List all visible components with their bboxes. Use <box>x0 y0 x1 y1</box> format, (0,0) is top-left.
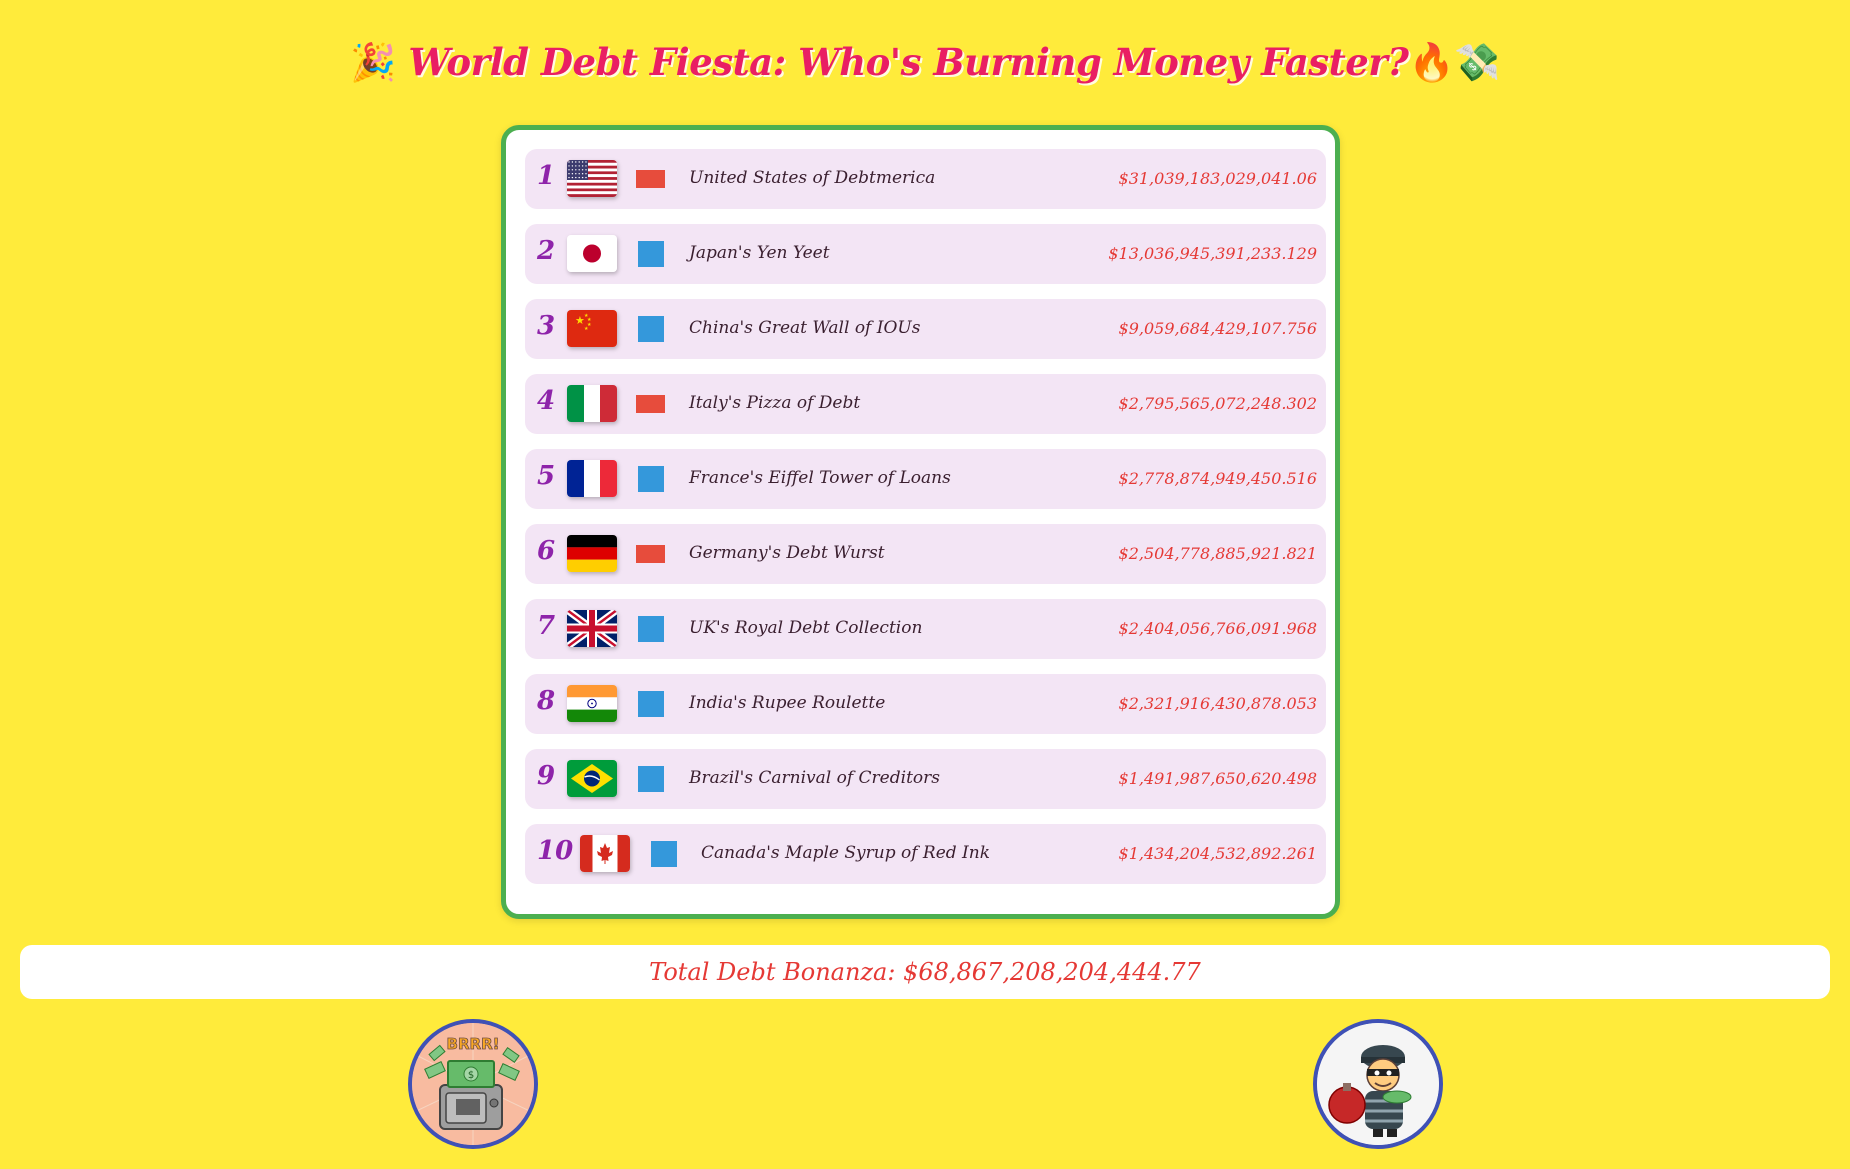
svg-text:BRRR!: BRRR! <box>447 1035 500 1053</box>
country-name: Canada's Maple Syrup of Red Ink <box>701 843 991 863</box>
fire-money-icon: 🔥💸 <box>1408 40 1500 84</box>
country-name: China's Great Wall of IOUs <box>689 318 921 338</box>
country-name: Italy's Pizza of Debt <box>689 393 861 413</box>
debt-amount: $2,778,874,949,450.516 <box>1118 469 1317 488</box>
money-thief-badge <box>1313 1019 1443 1149</box>
total-debt-label: Total Debt Bonanza: $68,867,208,204,444.… <box>649 958 1201 986</box>
svg-text:$: $ <box>468 1070 474 1081</box>
leaderboard-row: 4 Italy's Pizza of Debt $2,795,565,072,248… <box>525 374 1326 434</box>
leaderboard-row: 9 Brazil's Carnival of Creditors $1,491,98… <box>525 749 1326 809</box>
rank-number: 9 <box>537 761 556 791</box>
leaderboard-row: 2 Japan's Yen Yeet $13,036,945,391,233.129 <box>525 224 1326 284</box>
debt-amount: $2,321,916,430,878.053 <box>1118 694 1317 713</box>
flag-uk-icon <box>567 610 617 647</box>
flag-canada-icon <box>580 835 630 872</box>
money-printer-icon: $ BRRR! <box>412 1023 534 1145</box>
trend-indicator-swatch <box>636 170 665 188</box>
debt-amount: $1,491,987,650,620.498 <box>1118 769 1317 788</box>
rank-number: 10 <box>537 836 574 866</box>
flag-germany-icon <box>567 535 617 572</box>
trend-indicator-swatch <box>638 466 664 492</box>
leaderboard-row: 6 Germany's Debt Wurst $2,504,778,885,921.… <box>525 524 1326 584</box>
rank-number: 2 <box>537 236 556 266</box>
leaderboard-row: 10 Canada's Maple Syrup of Red Ink $1,434,… <box>525 824 1326 884</box>
trend-indicator-swatch <box>638 691 664 717</box>
page-title: 🎉 World Debt Fiesta: Who's Burning Money… <box>0 40 1850 85</box>
party-popper-icon: 🎉 <box>350 40 396 84</box>
flag-france-icon <box>567 460 617 497</box>
trend-indicator-swatch <box>636 395 665 413</box>
total-debt-banner: Total Debt Bonanza: $68,867,208,204,444.… <box>20 945 1830 999</box>
rank-number: 8 <box>537 686 556 716</box>
rank-number: 6 <box>537 536 556 566</box>
country-name: United States of Debtmerica <box>689 168 936 188</box>
page-title-text: World Debt Fiesta: Who's Burning Money F… <box>408 40 1409 84</box>
leaderboard-row: 5 France's Eiffel Tower of Loans $2,778,87… <box>525 449 1326 509</box>
debt-amount: $31,039,183,029,041.06 <box>1118 169 1317 188</box>
trend-indicator-swatch <box>638 616 664 642</box>
money-printer-badge: $ BRRR! <box>408 1019 538 1149</box>
rank-number: 4 <box>537 386 556 416</box>
leaderboard-row: 7 UK's Royal Debt Collection $2,404,056,76… <box>525 599 1326 659</box>
debt-amount: $2,795,565,072,248.302 <box>1118 394 1317 413</box>
trend-indicator-swatch <box>638 316 664 342</box>
debt-amount: $2,504,778,885,921.821 <box>1118 544 1317 563</box>
debt-amount: $2,404,056,766,091.968 <box>1118 619 1317 638</box>
rank-number: 5 <box>537 461 556 491</box>
flag-china-icon: ★ ★ ★ ★ ★ <box>567 310 617 347</box>
svg-text:★: ★ <box>584 326 589 332</box>
leaderboard-row: 1 United States of Debtmerica $31,039,183,… <box>525 149 1326 209</box>
trend-indicator-swatch <box>638 241 664 267</box>
rank-number: 1 <box>537 161 556 191</box>
leaderboard-row: 8 India's Rupee Roulette $2,321,916,430,87… <box>525 674 1326 734</box>
rank-number: 7 <box>537 611 556 641</box>
trend-indicator-swatch <box>651 841 677 867</box>
country-name: Japan's Yen Yeet <box>689 243 830 263</box>
country-name: UK's Royal Debt Collection <box>689 618 923 638</box>
debt-amount: $9,059,684,429,107.756 <box>1118 319 1317 338</box>
rank-number: 3 <box>537 311 556 341</box>
country-name: France's Eiffel Tower of Loans <box>689 468 951 488</box>
debt-amount: $1,434,204,532,892.261 <box>1118 844 1317 863</box>
leaderboard-row: 3 ★ ★ ★ ★ ★ China's Great Wall of IOUs $9,059,6… <box>525 299 1326 359</box>
country-name: Brazil's Carnival of Creditors <box>689 768 940 788</box>
flag-brazil-icon <box>567 760 617 797</box>
money-thief-icon <box>1317 1023 1439 1145</box>
country-name: Germany's Debt Wurst <box>689 543 885 563</box>
debt-leaderboard: 1 United States of Debtmerica $31,039,183,… <box>501 125 1340 919</box>
country-name: India's Rupee Roulette <box>689 693 886 713</box>
flag-japan-icon <box>567 235 617 272</box>
flag-usa-icon <box>567 160 617 197</box>
flag-india-icon <box>567 685 617 722</box>
trend-indicator-swatch <box>638 766 664 792</box>
debt-amount: $13,036,945,391,233.129 <box>1108 244 1317 263</box>
flag-italy-icon <box>567 385 617 422</box>
trend-indicator-swatch <box>636 545 665 563</box>
